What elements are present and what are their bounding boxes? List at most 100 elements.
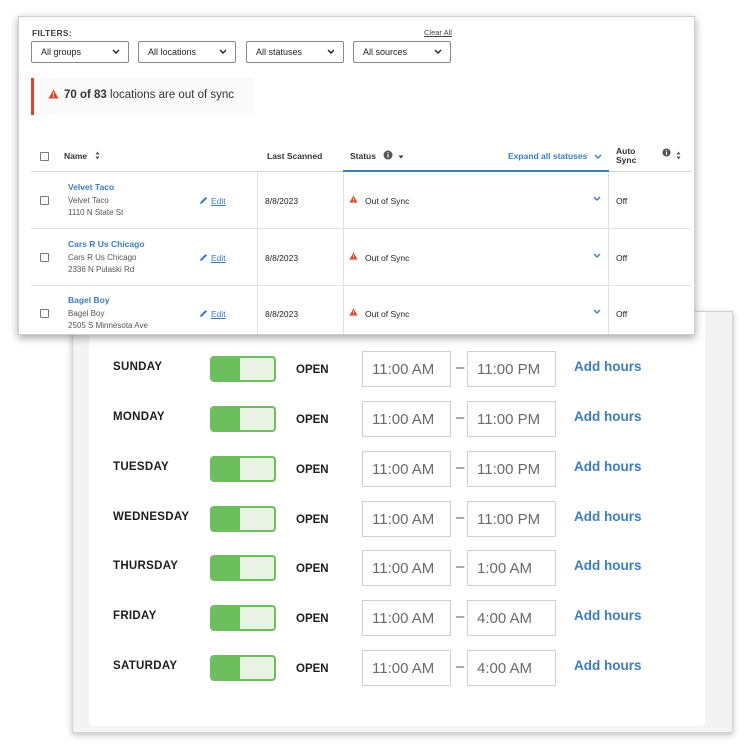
last-scanned-date: 8/8/2023	[265, 253, 299, 263]
open-toggle[interactable]	[210, 506, 276, 532]
open-toggle[interactable]	[210, 655, 276, 681]
day-name: FRIDAY	[113, 610, 157, 622]
open-time-input[interactable]: 11:00 AM	[362, 650, 451, 686]
add-hours-link[interactable]: Add hours	[574, 608, 642, 623]
pencil-icon[interactable]	[199, 253, 208, 262]
row-checkbox[interactable]	[40, 196, 49, 205]
name-column-header[interactable]: Name	[64, 151, 87, 161]
add-hours-link[interactable]: Add hours	[574, 509, 642, 524]
open-time-input[interactable]: 11:00 AM	[362, 501, 451, 537]
table-row: Cars R Us Chicago Cars R Us Chicago 2336 N…	[31, 229, 691, 286]
close-time-input[interactable]: 11:00 PM	[467, 451, 556, 487]
expand-all-statuses-link[interactable]: Expand all statuses	[508, 151, 587, 161]
chevron-down-icon	[112, 49, 120, 54]
time-separator: –	[456, 409, 465, 426]
chevron-down-icon[interactable]	[594, 154, 602, 160]
chevron-down-icon[interactable]	[593, 196, 601, 202]
pencil-icon[interactable]	[199, 196, 208, 205]
sort-icon[interactable]	[676, 151, 681, 160]
day-name: SUNDAY	[113, 361, 163, 373]
day-name: SATURDAY	[113, 660, 178, 672]
add-hours-link[interactable]: Add hours	[574, 409, 642, 424]
last-scanned-column-header[interactable]: Last Scanned	[267, 151, 322, 161]
auto-sync-value: Off	[616, 196, 628, 206]
chevron-down-icon	[219, 49, 227, 54]
location-filter-select[interactable]: All locations	[138, 41, 236, 63]
toggle-knob	[212, 607, 240, 629]
close-time-input[interactable]: 4:00 AM	[467, 650, 556, 686]
location-name-link[interactable]: Bagel Boy	[68, 295, 110, 305]
select-all-checkbox[interactable]	[40, 152, 49, 161]
add-hours-link[interactable]: Add hours	[574, 459, 642, 474]
add-hours-link[interactable]: Add hours	[574, 359, 642, 374]
close-time-input[interactable]: 11:00 PM	[467, 351, 556, 387]
open-status-label: OPEN	[296, 613, 329, 625]
pencil-icon[interactable]	[199, 309, 208, 318]
close-time-input[interactable]: 11:00 PM	[467, 401, 556, 437]
open-status-label: OPEN	[296, 514, 329, 526]
edit-link[interactable]: Edit	[211, 196, 226, 206]
auto-sync-value: Off	[616, 253, 628, 263]
toggle-knob	[212, 358, 240, 380]
edit-link[interactable]: Edit	[211, 253, 226, 263]
banner-count: 70 of 83	[64, 89, 107, 101]
row-checkbox[interactable]	[40, 309, 49, 318]
day-row-sunday: SUNDAY OPEN 11:00 AM –11:00 PM Add hours	[89, 351, 705, 389]
open-status-label: OPEN	[296, 563, 329, 575]
time-separator: –	[456, 658, 465, 675]
day-name: THURSDAY	[113, 560, 179, 572]
open-toggle[interactable]	[210, 555, 276, 581]
add-hours-link[interactable]: Add hours	[574, 558, 642, 573]
chevron-down-icon	[434, 49, 442, 54]
open-toggle[interactable]	[210, 356, 276, 382]
last-scanned-date: 8/8/2023	[265, 196, 299, 206]
open-toggle[interactable]	[210, 605, 276, 631]
close-time-input[interactable]: 4:00 AM	[467, 600, 556, 636]
add-hours-link[interactable]: Add hours	[574, 658, 642, 673]
open-time-input[interactable]: 11:00 AM	[362, 351, 451, 387]
open-time-input[interactable]: 11:00 AM	[362, 451, 451, 487]
location-address: 2505 S Minnesota Ave	[68, 321, 148, 330]
chevron-down-icon[interactable]	[593, 309, 601, 315]
toggle-knob	[212, 408, 240, 430]
column-divider	[608, 285, 609, 334]
open-time-input[interactable]: 11:00 AM	[362, 600, 451, 636]
open-toggle[interactable]	[210, 406, 276, 432]
clear-all-link[interactable]: Clear All	[424, 28, 452, 37]
close-time-input[interactable]: 1:00 AM	[467, 550, 556, 586]
business-hours-panel: SUNDAY OPEN 11:00 AM –11:00 PM Add hours MOND…	[89, 312, 705, 726]
chevron-down-icon[interactable]	[593, 253, 601, 259]
location-name-link[interactable]: Velvet Taco	[68, 182, 114, 192]
open-time-input[interactable]: 11:00 AM	[362, 401, 451, 437]
time-separator: –	[456, 509, 465, 526]
open-time-input[interactable]: 11:00 AM	[362, 550, 451, 586]
column-divider	[608, 172, 609, 228]
row-checkbox[interactable]	[40, 253, 49, 262]
day-name: MONDAY	[113, 411, 165, 423]
source-filter-select[interactable]: All sources	[353, 41, 451, 63]
sort-descending-icon[interactable]	[398, 155, 404, 159]
location-business-name: Bagel Boy	[68, 309, 105, 318]
toggle-knob	[212, 657, 240, 679]
status-column-header[interactable]: Status	[350, 151, 376, 161]
auto-sync-column-header[interactable]: Auto Sync	[616, 147, 636, 165]
open-status-label: OPEN	[296, 364, 329, 376]
edit-link[interactable]: Edit	[211, 309, 226, 319]
location-name-link[interactable]: Cars R Us Chicago	[68, 239, 145, 249]
close-time-input[interactable]: 11:00 PM	[467, 501, 556, 537]
sort-icon[interactable]	[95, 151, 100, 160]
auto-sync-value: Off	[616, 309, 628, 319]
column-divider	[608, 229, 609, 285]
status-filter-select[interactable]: All statuses	[246, 41, 344, 63]
column-divider	[343, 172, 344, 228]
time-separator: –	[456, 558, 465, 575]
location-filter-value: All locations	[148, 47, 197, 57]
location-address: 2336 N Pulaski Rd	[68, 265, 135, 274]
open-toggle[interactable]	[210, 456, 276, 482]
group-filter-select[interactable]: All groups	[31, 41, 129, 63]
day-name: TUESDAY	[113, 461, 169, 473]
day-row-friday: FRIDAY OPEN 11:00 AM –4:00 AM Add hours	[89, 600, 705, 638]
info-icon[interactable]	[662, 148, 671, 157]
info-icon[interactable]	[383, 150, 393, 160]
time-separator: –	[456, 459, 465, 476]
